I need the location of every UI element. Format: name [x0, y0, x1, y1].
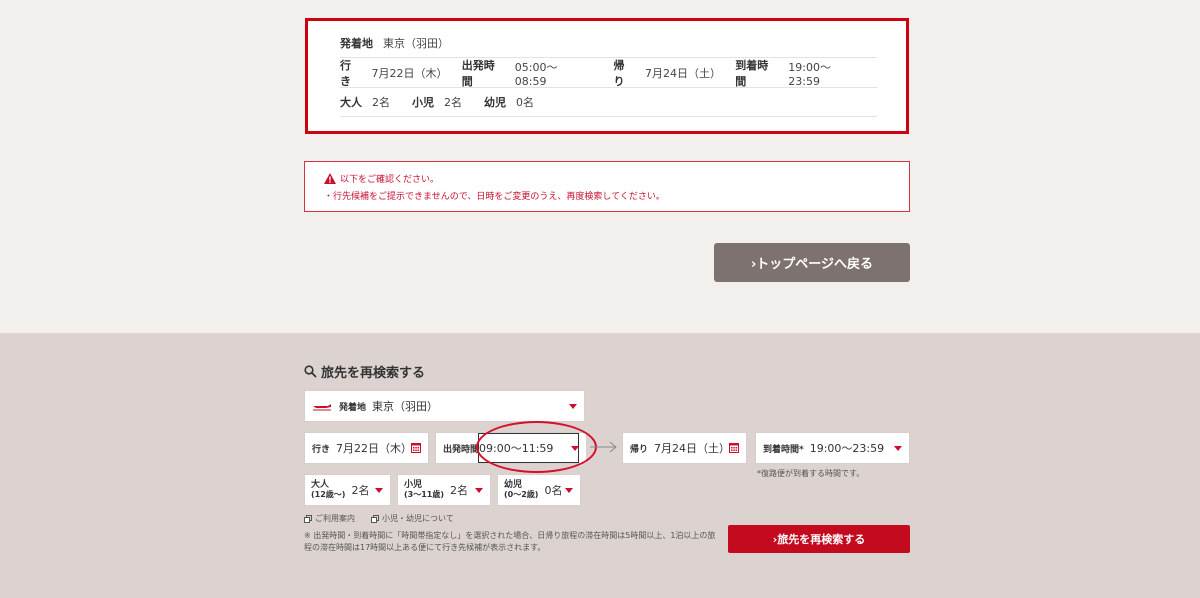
outbound-date-label: 行き [312, 444, 331, 455]
arrive-time-select[interactable]: 到着時間* 19:00～23:59 [755, 432, 910, 464]
chevron-down-icon [375, 488, 383, 493]
error-alert: 以下をご確認ください。 ・行先候補をご提示できませんので、日時をご変更のうえ、再… [304, 161, 910, 212]
outbound-label: 行き [340, 59, 351, 88]
infant-count-value: 0名 [544, 484, 563, 497]
highlight-circle [476, 421, 597, 473]
infant-value: 0名 [516, 96, 534, 109]
depart-time-select-label: 出発時間 [443, 444, 480, 455]
adult-count-label: 大人 (12歳～) [311, 480, 346, 499]
calendar-icon[interactable] [729, 442, 739, 453]
return-value: 7月24日（土） [645, 67, 721, 80]
origin-value: 東京（羽田） [383, 37, 449, 50]
origin-select[interactable]: 発着地 東京（羽田） [304, 390, 585, 422]
airplane-icon [313, 404, 331, 411]
calendar-icon[interactable] [411, 442, 421, 453]
infant-label: 幼児 [484, 96, 506, 109]
outbound-date-field[interactable]: 行き 7月22日（木） [304, 432, 429, 464]
usage-guide-link[interactable]: ご利用案内 [304, 513, 355, 524]
arrive-time-select-label: 到着時間* [763, 444, 804, 455]
research-submit-button[interactable]: ›旅先を再検索する [728, 525, 910, 553]
child-count-select[interactable]: 小児 (3～11歳) 2名 [397, 474, 491, 506]
research-heading: 旅先を再検索する [304, 362, 425, 381]
child-value: 2名 [444, 96, 462, 109]
search-condition-summary: 発着地 東京（羽田） 行き 7月22日（木） 出発時間 05:00～08:59 … [305, 18, 909, 134]
adult-count-value: 2名 [351, 484, 370, 497]
arrive-time-note: *復路便が到着する時間です。 [757, 469, 865, 478]
adult-label: 大人 [340, 96, 362, 109]
infant-count-label: 幼児 (0～2歳) [504, 480, 539, 499]
return-label: 帰り [613, 59, 625, 88]
child-label: 小児 [412, 96, 434, 109]
outbound-date-value: 7月22日（木） [336, 442, 413, 455]
chevron-down-icon [894, 446, 902, 451]
origin-select-label: 発着地 [339, 402, 367, 413]
chevron-down-icon [569, 404, 577, 409]
chevron-down-icon [475, 488, 483, 493]
external-window-icon [371, 514, 379, 523]
research-panel [0, 333, 1200, 598]
chevron-down-icon [565, 488, 573, 493]
infant-count-select[interactable]: 幼児 (0～2歳) 0名 [497, 474, 581, 506]
return-date-label: 帰り [630, 444, 649, 455]
alert-message: ・行先候補をご提示できませんので、日時をご変更のうえ、再度検索してください。 [324, 192, 665, 202]
arrive-time-label: 到着時間 [735, 59, 769, 88]
child-infant-info-link[interactable]: 小児・幼児について [371, 513, 454, 524]
alert-title: 以下をご確認ください。 [340, 175, 440, 185]
origin-select-value: 東京（羽田） [372, 400, 439, 413]
help-links: ご利用案内 小児・幼児について [304, 513, 470, 524]
research-title: 旅先を再検索する [321, 366, 426, 381]
child-count-label: 小児 (3～11歳) [404, 480, 445, 499]
adult-count-select[interactable]: 大人 (12歳～) 2名 [304, 474, 391, 506]
depart-time-label: 出発時間 [461, 59, 495, 88]
warning-icon [324, 173, 336, 184]
arrow-right-icon [590, 441, 617, 453]
summary-row-origin: 発着地 東京（羽田） [340, 29, 877, 58]
arrive-time-value: 19:00～23:59 [788, 60, 831, 88]
child-count-value: 2名 [450, 484, 469, 497]
time-selection-footnote: ※ 出発時間・到着時間に「時間帯指定なし」を選択された場合、日帰り旅程の滞在時間… [304, 531, 716, 552]
summary-row-passengers: 大人 2名 小児 2名 幼児 0名 [340, 88, 877, 117]
arrive-time-select-value: 19:00～23:59 [809, 442, 885, 455]
summary-row-dates: 行き 7月22日（木） 出発時間 05:00～08:59 帰り 7月24日（土）… [340, 59, 877, 88]
return-date-field[interactable]: 帰り 7月24日（土） [622, 432, 747, 464]
external-window-icon [304, 514, 312, 523]
alert-heading: 以下をご確認ください。 [324, 172, 439, 185]
adult-value: 2名 [372, 96, 390, 109]
back-to-top-button[interactable]: ›トップページへ戻る [714, 243, 910, 282]
outbound-value: 7月22日（木） [371, 67, 448, 80]
depart-time-value: 05:00～08:59 [514, 60, 558, 88]
return-date-value: 7月24日（土） [654, 442, 731, 455]
origin-label: 発着地 [340, 37, 373, 50]
search-icon [304, 365, 317, 378]
